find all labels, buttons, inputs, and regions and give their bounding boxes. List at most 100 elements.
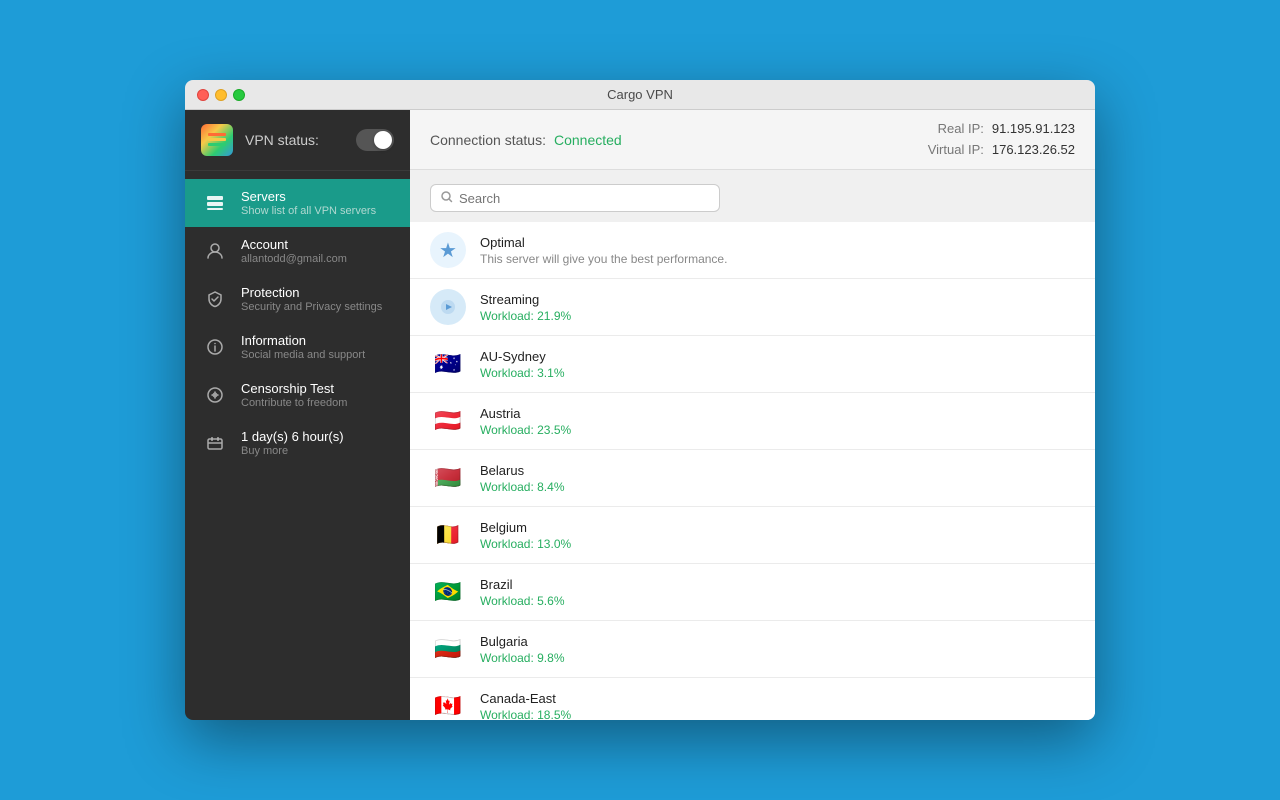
- sidebar-item-account[interactable]: Account allantodd@gmail.com: [185, 227, 410, 275]
- server-name: Brazil: [480, 577, 565, 592]
- server-info: Optimal This server will give you the be…: [480, 235, 727, 266]
- vpn-status-label: VPN status:: [245, 132, 319, 148]
- search-box[interactable]: [430, 184, 720, 212]
- protection-nav-text: Protection Security and Privacy settings: [241, 285, 382, 313]
- traffic-lights: [197, 89, 245, 101]
- list-item[interactable]: 🇧🇾 Belarus Workload: 8.4%: [410, 450, 1095, 507]
- servers-icon: [201, 189, 229, 217]
- protection-icon: [201, 285, 229, 313]
- virtual-ip-row: Virtual IP: 176.123.26.52: [928, 140, 1075, 161]
- main-panel: Connection status: Connected Real IP: 91…: [410, 110, 1095, 720]
- subscription-nav-text: 1 day(s) 6 hour(s) Buy more: [241, 429, 344, 457]
- list-item[interactable]: 🇦🇺 AU-Sydney Workload: 3.1%: [410, 336, 1095, 393]
- protection-title: Protection: [241, 285, 382, 300]
- server-info: Brazil Workload: 5.6%: [480, 577, 565, 608]
- connection-status: Connection status: Connected: [430, 132, 622, 148]
- list-item[interactable]: Streaming Workload: 21.9%: [410, 279, 1095, 336]
- list-item[interactable]: 🇧🇬 Bulgaria Workload: 9.8%: [410, 621, 1095, 678]
- server-description: This server will give you the best perfo…: [480, 252, 727, 266]
- account-subtitle: allantodd@gmail.com: [241, 253, 347, 265]
- flag-icon: 🇧🇬: [430, 631, 466, 667]
- censorship-nav-text: Censorship Test Contribute to freedom: [241, 381, 347, 409]
- star-icon: ★: [439, 238, 457, 263]
- minimize-button[interactable]: [215, 89, 227, 101]
- sidebar-item-servers[interactable]: Servers Show list of all VPN servers: [185, 179, 410, 227]
- toggle-knob: [374, 131, 392, 149]
- sidebar-item-protection[interactable]: Protection Security and Privacy settings: [185, 275, 410, 323]
- server-workload: Workload: 8.4%: [480, 480, 565, 494]
- servers-nav-text: Servers Show list of all VPN servers: [241, 189, 376, 217]
- server-name: Austria: [480, 406, 571, 421]
- server-info: Austria Workload: 23.5%: [480, 406, 571, 437]
- real-ip-value: 91.195.91.123: [992, 119, 1075, 140]
- information-subtitle: Social media and support: [241, 349, 365, 361]
- subscription-title: 1 day(s) 6 hour(s): [241, 429, 344, 444]
- server-info: Belgium Workload: 13.0%: [480, 520, 571, 551]
- sidebar-item-censorship[interactable]: Censorship Test Contribute to freedom: [185, 371, 410, 419]
- real-ip-row: Real IP: 91.195.91.123: [928, 119, 1075, 140]
- real-ip-label: Real IP:: [938, 119, 984, 140]
- main-content: VPN status: Ser: [185, 110, 1095, 720]
- server-name: Bulgaria: [480, 634, 565, 649]
- server-workload: Workload: 21.9%: [480, 309, 571, 323]
- account-title: Account: [241, 237, 347, 252]
- flag-icon: 🇧🇪: [430, 517, 466, 553]
- protection-subtitle: Security and Privacy settings: [241, 301, 382, 313]
- server-list: ★ Optimal This server will give you the …: [410, 222, 1095, 720]
- search-input[interactable]: [459, 191, 709, 206]
- vpn-toggle[interactable]: [356, 129, 394, 151]
- censorship-icon: [201, 381, 229, 409]
- virtual-ip-value: 176.123.26.52: [992, 140, 1075, 161]
- window-title: Cargo VPN: [607, 87, 673, 102]
- flag-icon: 🇦🇹: [430, 403, 466, 439]
- servers-subtitle: Show list of all VPN servers: [241, 205, 376, 217]
- sidebar-nav: Servers Show list of all VPN servers Acc…: [185, 171, 410, 720]
- sidebar-item-information[interactable]: Information Social media and support: [185, 323, 410, 371]
- close-button[interactable]: [197, 89, 209, 101]
- maximize-button[interactable]: [233, 89, 245, 101]
- list-item[interactable]: ★ Optimal This server will give you the …: [410, 222, 1095, 279]
- server-name: Streaming: [480, 292, 571, 307]
- sidebar-header: VPN status:: [185, 110, 410, 171]
- information-icon: [201, 333, 229, 361]
- list-item[interactable]: 🇨🇦 Canada-East Workload: 18.5%: [410, 678, 1095, 720]
- server-workload: Workload: 23.5%: [480, 423, 571, 437]
- list-item[interactable]: 🇧🇪 Belgium Workload: 13.0%: [410, 507, 1095, 564]
- list-item[interactable]: 🇧🇷 Brazil Workload: 5.6%: [410, 564, 1095, 621]
- subscription-icon: [201, 429, 229, 457]
- server-info: Bulgaria Workload: 9.8%: [480, 634, 565, 665]
- sidebar-item-subscription[interactable]: 1 day(s) 6 hour(s) Buy more: [185, 419, 410, 467]
- servers-title: Servers: [241, 189, 376, 204]
- search-container: [410, 170, 1095, 222]
- information-nav-text: Information Social media and support: [241, 333, 365, 361]
- server-workload: Workload: 18.5%: [480, 708, 571, 721]
- server-name: Optimal: [480, 235, 727, 250]
- server-info: Streaming Workload: 21.9%: [480, 292, 571, 323]
- flag-icon: 🇧🇾: [430, 460, 466, 496]
- subscription-subtitle: Buy more: [241, 445, 344, 457]
- app-window: Cargo VPN VPN status:: [185, 80, 1095, 720]
- account-nav-text: Account allantodd@gmail.com: [241, 237, 347, 265]
- ip-info: Real IP: 91.195.91.123 Virtual IP: 176.1…: [928, 119, 1075, 161]
- titlebar: Cargo VPN: [185, 80, 1095, 110]
- server-name: Belarus: [480, 463, 565, 478]
- virtual-ip-label: Virtual IP:: [928, 140, 984, 161]
- flag-icon: 🇧🇷: [430, 574, 466, 610]
- search-icon: [441, 191, 453, 206]
- server-workload: Workload: 9.8%: [480, 651, 565, 665]
- flag-icon: 🇨🇦: [430, 688, 466, 720]
- censorship-subtitle: Contribute to freedom: [241, 397, 347, 409]
- status-bar: Connection status: Connected Real IP: 91…: [410, 110, 1095, 170]
- sidebar: VPN status: Ser: [185, 110, 410, 720]
- streaming-icon: [430, 289, 466, 325]
- server-name: Belgium: [480, 520, 571, 535]
- server-name: AU-Sydney: [480, 349, 565, 364]
- app-logo: [201, 124, 233, 156]
- connection-value: Connected: [554, 132, 622, 148]
- server-info: AU-Sydney Workload: 3.1%: [480, 349, 565, 380]
- server-workload: Workload: 5.6%: [480, 594, 565, 608]
- list-item[interactable]: 🇦🇹 Austria Workload: 23.5%: [410, 393, 1095, 450]
- account-icon: [201, 237, 229, 265]
- censorship-title: Censorship Test: [241, 381, 347, 396]
- flag-icon: 🇦🇺: [430, 346, 466, 382]
